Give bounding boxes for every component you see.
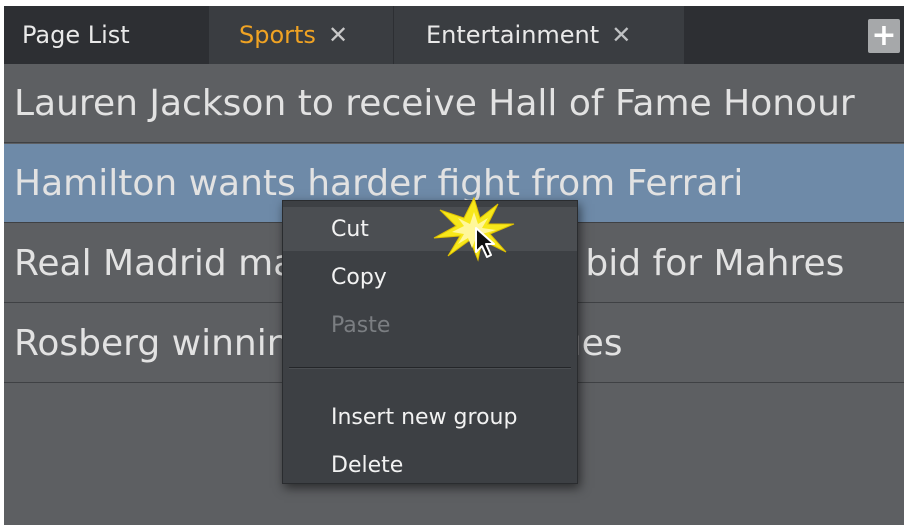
page-list-panel: Page List Sports ✕ Entertainment ✕ + Lau… bbox=[4, 6, 904, 525]
tab-entertainment[interactable]: Entertainment ✕ bbox=[394, 6, 684, 64]
tab-label: Sports bbox=[239, 21, 316, 49]
add-tab-button[interactable]: + bbox=[868, 19, 900, 53]
tab-bar: Page List Sports ✕ Entertainment ✕ + bbox=[4, 6, 904, 64]
list-item-text: Lauren Jackson to receive Hall of Fame H… bbox=[14, 82, 855, 124]
tab-sports[interactable]: Sports ✕ bbox=[209, 6, 393, 64]
tab-label: Entertainment bbox=[426, 21, 600, 49]
close-tab-icon[interactable]: ✕ bbox=[328, 23, 348, 47]
context-menu: Cut Copy Paste Insert new group Delete bbox=[282, 200, 578, 484]
list-item-text: Hamilton wants harder fight from Ferrari bbox=[14, 162, 744, 204]
list-item[interactable]: Lauren Jackson to receive Hall of Fame H… bbox=[4, 64, 904, 143]
tab-label: Page List bbox=[22, 21, 130, 49]
menu-separator bbox=[289, 367, 571, 369]
plus-icon: + bbox=[871, 18, 897, 53]
tab-page-list[interactable]: Page List bbox=[4, 6, 208, 64]
menu-item-insert-new-group[interactable]: Insert new group bbox=[283, 395, 577, 439]
close-tab-icon[interactable]: ✕ bbox=[611, 23, 631, 47]
menu-item-copy[interactable]: Copy bbox=[283, 255, 577, 299]
menu-item-paste: Paste bbox=[331, 312, 391, 338]
menu-item-cut[interactable]: Cut bbox=[283, 207, 577, 251]
menu-item-delete[interactable]: Delete bbox=[283, 443, 577, 487]
